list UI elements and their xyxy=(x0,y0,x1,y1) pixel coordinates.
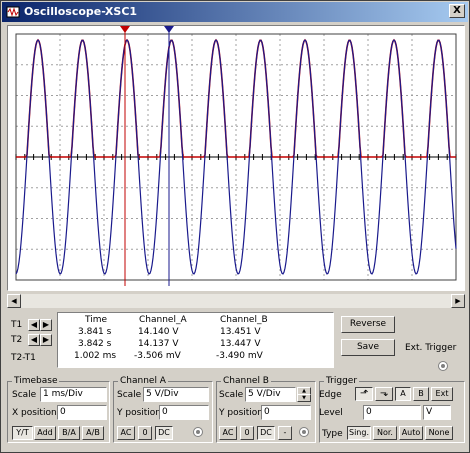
trigger-source-ext-button[interactable]: Ext xyxy=(431,387,453,401)
trigger-level-label: Level xyxy=(319,408,343,418)
t1-label: T1 xyxy=(11,320,23,330)
scroll-right-icon[interactable]: ▶ xyxy=(451,294,465,308)
channel-a-scale-input[interactable]: 5 V/Div xyxy=(143,387,209,402)
horizontal-scrollbar[interactable]: ◀ ▶ xyxy=(7,294,465,308)
channel-b-title: Channel B xyxy=(221,376,271,386)
ext-trigger-label: Ext. Trigger xyxy=(405,343,457,353)
channel-a-terminal-icon[interactable] xyxy=(193,427,203,437)
scroll-left-icon[interactable]: ◀ xyxy=(7,294,21,308)
header-time: Time xyxy=(85,315,108,325)
t2-left-arrow-icon[interactable]: ◀ xyxy=(28,334,40,346)
header-channel-a: Channel_A xyxy=(139,315,187,325)
oscilloscope-app-icon xyxy=(6,6,20,18)
spin-down-icon[interactable]: ▼ xyxy=(297,394,311,402)
t2-label: T2 xyxy=(11,335,23,345)
t2-right-arrow-icon[interactable]: ▶ xyxy=(40,334,52,346)
t1-time: 3.841 s xyxy=(78,327,112,337)
falling-edge-icon[interactable]: ⬎ xyxy=(375,387,393,401)
readout-panel: Time Channel_A Channel_B 3.841 s 14.140 … xyxy=(57,312,334,368)
x-position-label: X position xyxy=(12,408,57,418)
channel-a-dc-button[interactable]: DC xyxy=(155,426,173,440)
t1-left-arrow-icon[interactable]: ◀ xyxy=(28,319,40,331)
cursor-readout: T1 ◀ ▶ T2 ◀ ▶ T2-T1 Time Channel_A Chann… xyxy=(7,311,335,369)
channel-b-terminal-icon[interactable] xyxy=(299,427,309,437)
trigger-type-auto-button[interactable]: Auto xyxy=(399,426,423,440)
delta-channel-a: -3.506 mV xyxy=(134,351,181,361)
header-channel-b: Channel_B xyxy=(220,315,268,325)
t1-right-arrow-icon[interactable]: ▶ xyxy=(40,319,52,331)
trigger-source-a-button[interactable]: A xyxy=(395,387,411,401)
window-title: Oscilloscope-XSC1 xyxy=(24,5,138,18)
channel-b-dc-button[interactable]: DC xyxy=(257,426,275,440)
trigger-type-single-button[interactable]: Sing. xyxy=(347,426,371,440)
ext-trigger-terminal-icon[interactable] xyxy=(438,361,448,371)
oscilloscope-window: Oscilloscope-XSC1 X ◀ ▶ T1 ◀ ▶ T2 ◀ ▶ T2… xyxy=(0,0,470,453)
channel-a-title: Channel A xyxy=(118,376,168,386)
channel-b-ypos-input[interactable]: 0 xyxy=(261,405,311,420)
rising-edge-icon[interactable]: ⬏ xyxy=(355,387,373,401)
trigger-title: Trigger xyxy=(324,376,360,386)
trigger-type-none-button[interactable]: None xyxy=(425,426,453,440)
timebase-scale-input[interactable]: 1 ms/Div xyxy=(40,387,107,402)
t2-t1-label: T2-T1 xyxy=(11,353,36,363)
cursor-2-handle-icon xyxy=(164,26,174,33)
channel-b-scale-label: Scale xyxy=(219,390,244,400)
mode-ab-button[interactable]: A/B xyxy=(82,426,104,440)
channel-a-scale-label: Scale xyxy=(117,390,142,400)
title-bar[interactable]: Oscilloscope-XSC1 X xyxy=(2,2,468,22)
channel-b-scale-spinner[interactable]: ▲ ▼ xyxy=(297,387,311,402)
save-button[interactable]: Save xyxy=(341,339,395,356)
mode-add-button[interactable]: Add xyxy=(34,426,56,440)
trigger-level-input[interactable]: 0 xyxy=(363,405,421,420)
trigger-source-b-button[interactable]: B xyxy=(413,387,429,401)
t1-channel-b: 13.451 V xyxy=(220,327,261,337)
cursor-1-handle-icon xyxy=(120,26,130,33)
timebase-title: Timebase xyxy=(12,376,60,386)
t2-time: 3.842 s xyxy=(78,339,112,349)
timebase-scale-label: Scale xyxy=(12,390,37,400)
close-button[interactable]: X xyxy=(449,4,465,18)
channel-b-ypos-label: Y position xyxy=(219,408,264,418)
channel-b-minus-button[interactable]: - xyxy=(278,426,292,440)
t1-channel-a: 14.140 V xyxy=(138,327,179,337)
channel-b-scale-input[interactable]: 5 V/Div xyxy=(245,387,296,402)
channel-a-ypos-label: Y position xyxy=(117,408,162,418)
trigger-type-label: Type xyxy=(322,429,343,439)
channel-b-zero-button[interactable]: 0 xyxy=(240,426,254,440)
mode-ba-button[interactable]: B/A xyxy=(58,426,80,440)
mode-yt-button[interactable]: Y/T xyxy=(12,426,33,440)
delta-time: 1.002 ms xyxy=(74,351,117,361)
channel-a-ypos-input[interactable]: 0 xyxy=(159,405,209,420)
t2-channel-a: 14.137 V xyxy=(138,339,179,349)
channel-b-ac-button[interactable]: AC xyxy=(219,426,237,440)
oscilloscope-screen[interactable] xyxy=(7,25,465,291)
delta-channel-b: -3.490 mV xyxy=(216,351,263,361)
channel-a-zero-button[interactable]: 0 xyxy=(138,426,152,440)
x-position-input[interactable]: 0 xyxy=(57,405,107,420)
channel-a-ac-button[interactable]: AC xyxy=(117,426,135,440)
trigger-edge-label: Edge xyxy=(319,390,342,400)
waveform-display xyxy=(15,26,457,286)
t2-channel-b: 13.447 V xyxy=(220,339,261,349)
trigger-level-unit[interactable]: V xyxy=(423,405,451,420)
reverse-button[interactable]: Reverse xyxy=(341,316,395,333)
trigger-type-normal-button[interactable]: Nor. xyxy=(373,426,397,440)
